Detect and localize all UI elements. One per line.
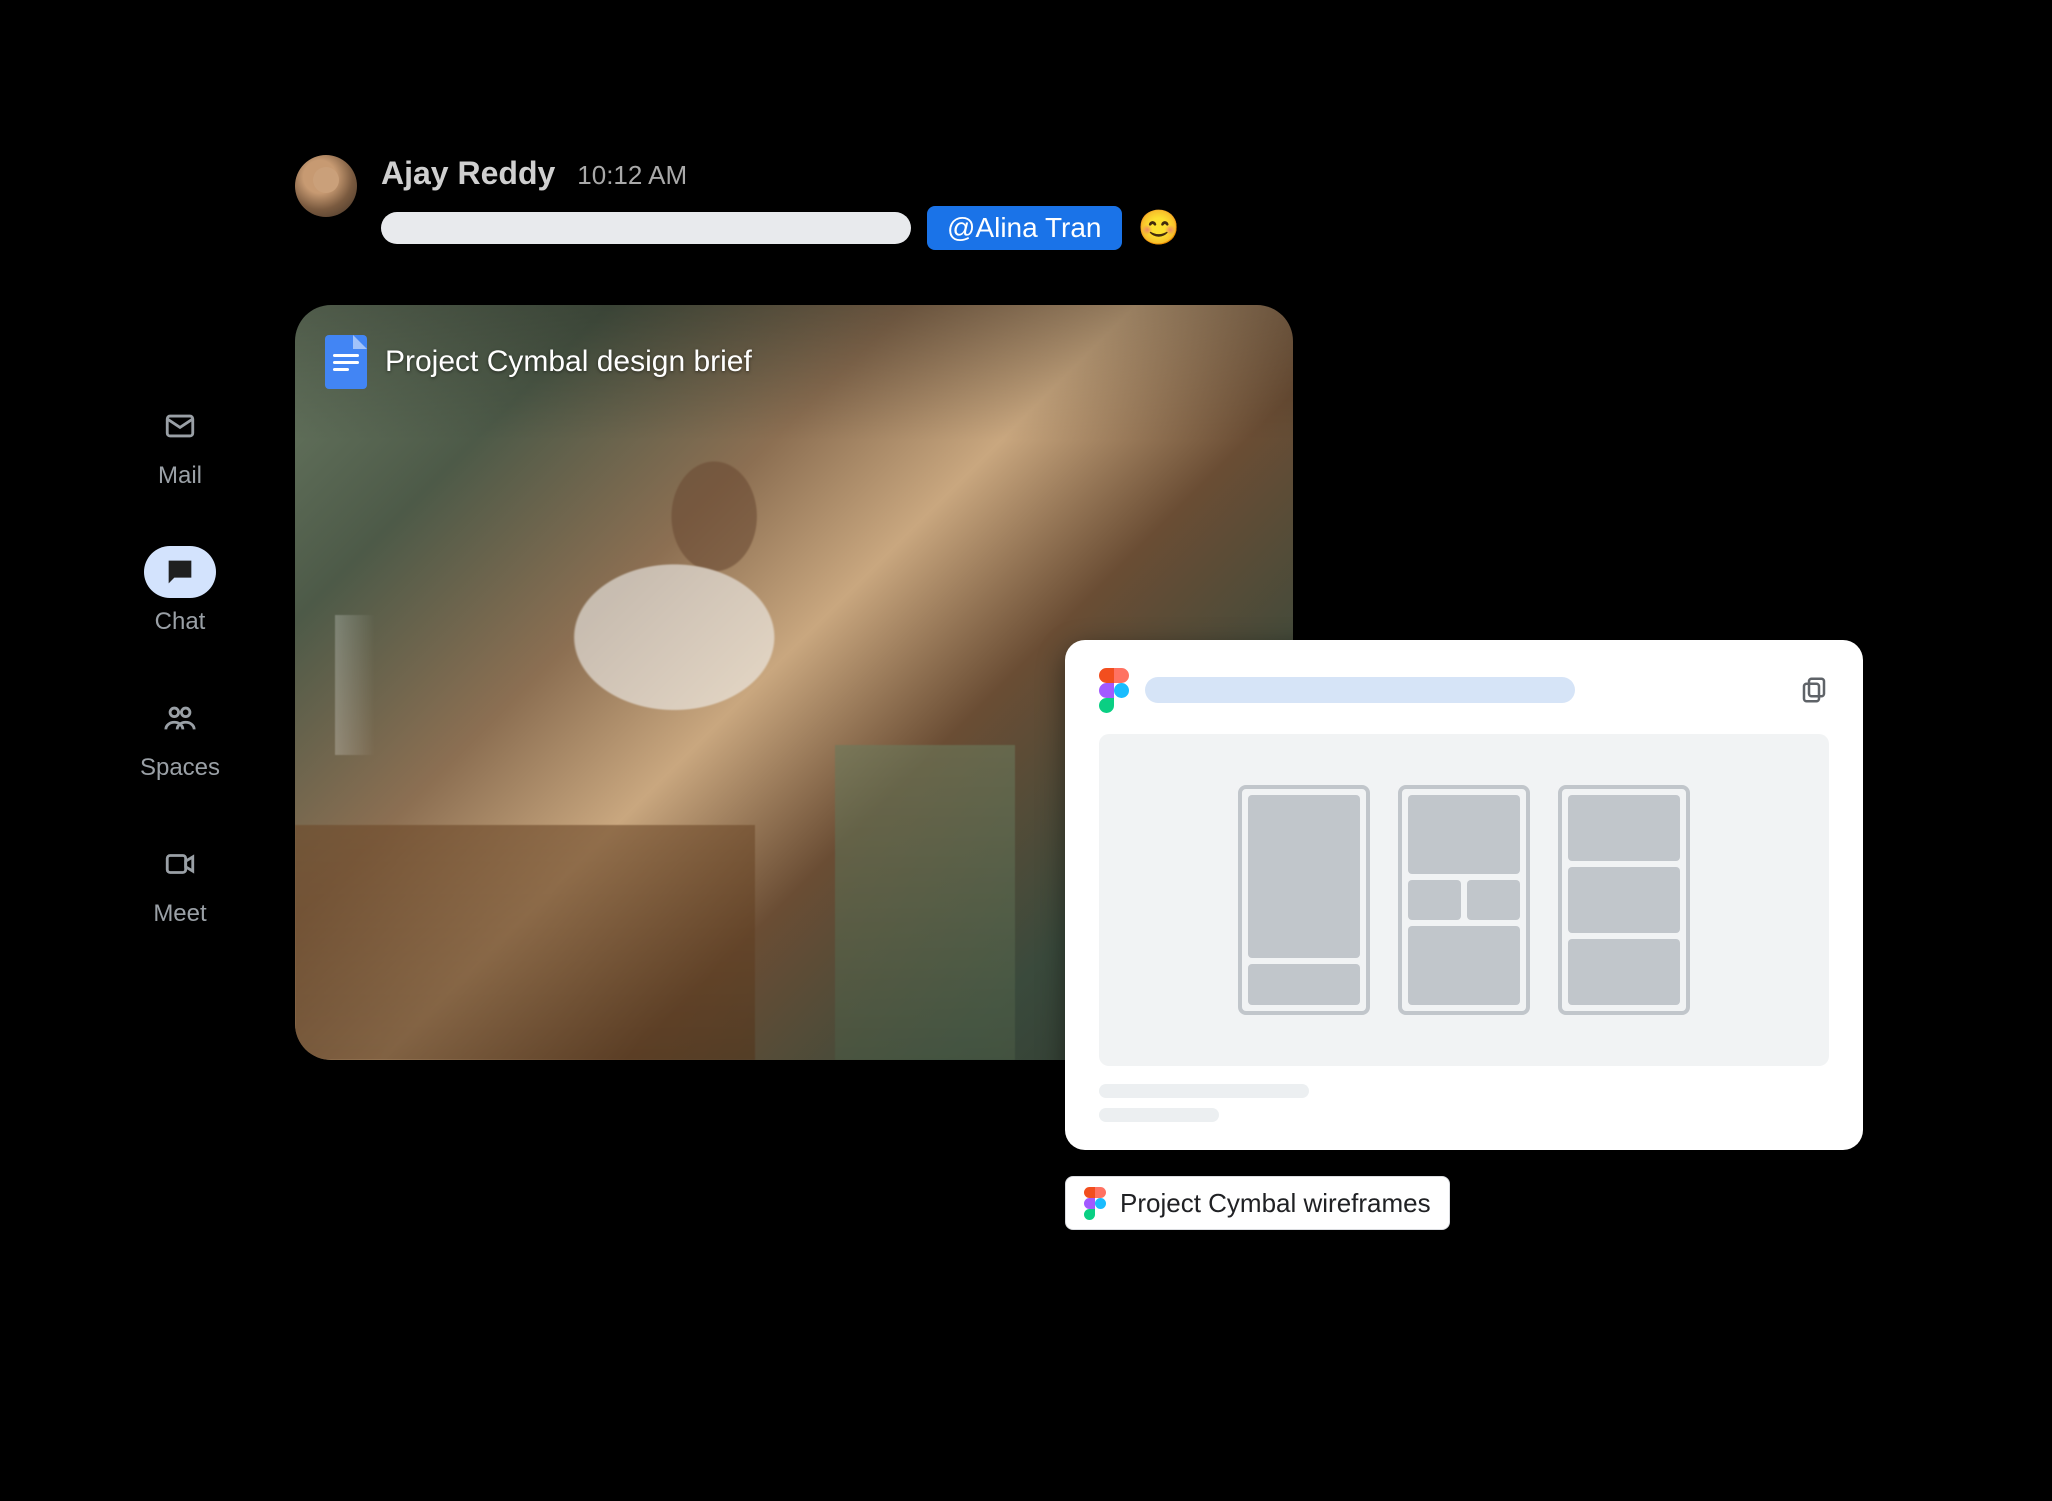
figma-attachment-chip[interactable]: Project Cymbal wireframes: [1065, 1176, 1450, 1230]
meet-icon: [144, 838, 216, 890]
figma-chip-label: Project Cymbal wireframes: [1120, 1188, 1431, 1219]
copy-icon[interactable]: [1799, 675, 1829, 705]
nav-item-chat[interactable]: Chat: [110, 546, 250, 636]
mail-icon: [144, 400, 216, 452]
figma-preview-card[interactable]: [1065, 640, 1863, 1150]
nav-label: Meet: [153, 900, 206, 928]
nav-item-spaces[interactable]: Spaces: [110, 692, 250, 782]
figma-icon: [1099, 668, 1129, 712]
message-text-placeholder: [381, 212, 911, 244]
app-nav: Mail Chat Spaces Meet: [110, 400, 250, 928]
nav-label: Chat: [155, 608, 206, 636]
nav-item-meet[interactable]: Meet: [110, 838, 250, 928]
message-timestamp: 10:12 AM: [577, 160, 687, 191]
mention-chip[interactable]: @Alina Tran: [927, 206, 1122, 250]
figma-meta-placeholder: [1099, 1084, 1829, 1122]
sender-name: Ajay Reddy: [381, 155, 555, 192]
spaces-icon: [144, 692, 216, 744]
google-docs-icon: [325, 335, 367, 389]
avatar[interactable]: [295, 155, 357, 217]
nav-label: Spaces: [140, 754, 220, 782]
figma-icon: [1084, 1187, 1106, 1219]
figma-title-placeholder: [1145, 677, 1575, 703]
nav-label: Mail: [158, 462, 202, 490]
nav-item-mail[interactable]: Mail: [110, 400, 250, 490]
reaction-emoji[interactable]: 😊: [1138, 211, 1180, 245]
doc-attachment-title: Project Cymbal design brief: [385, 345, 752, 379]
chat-message: Ajay Reddy 10:12 AM @Alina Tran 😊: [295, 155, 1180, 250]
figma-wireframe-preview: [1099, 734, 1829, 1066]
chat-icon: [144, 546, 216, 598]
